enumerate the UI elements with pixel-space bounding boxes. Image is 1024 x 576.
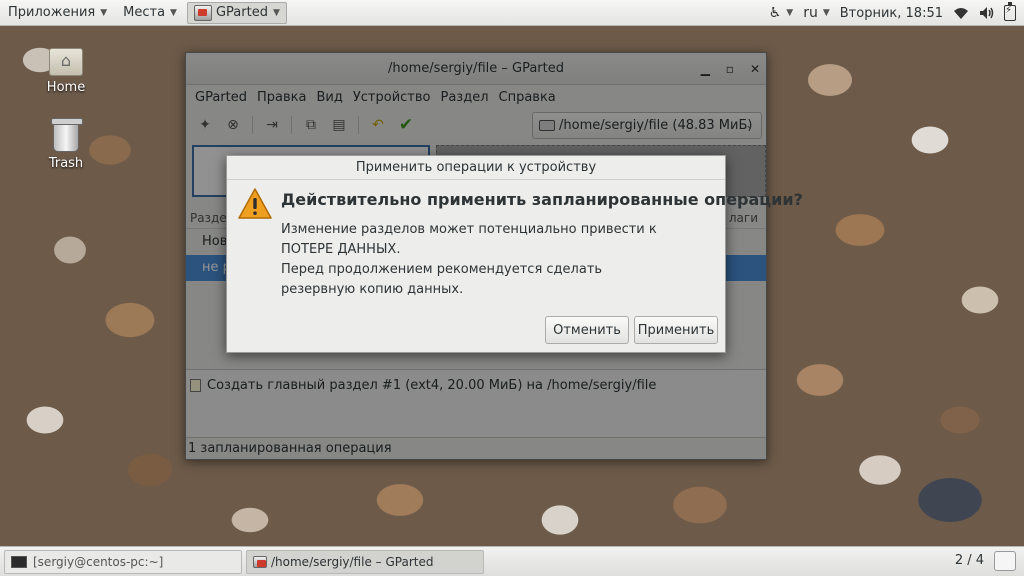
desktop-home[interactable]: Home: [26, 48, 106, 95]
apply-operations-dialog: Применить операции к устройству Действит…: [226, 155, 803, 353]
volume-icon[interactable]: [979, 6, 994, 20]
battery-icon[interactable]: [1004, 2, 1016, 21]
chevron-down-icon: ▼: [272, 7, 280, 18]
top-panel: Приложения ▼ Места ▼ GParted ▼ ♿ ▼ ru ▼ В…: [0, 0, 1024, 26]
applications-label: Приложения: [8, 5, 96, 20]
dialog-message-line: Перед продолжением рекомендуется сделать: [281, 262, 603, 277]
language-indicator[interactable]: ru ▼: [803, 5, 830, 21]
desktop-trash-label: Trash: [48, 156, 84, 171]
task-terminal[interactable]: [sergiy@centos-pc:~]: [4, 550, 242, 574]
apply-button[interactable]: Применить: [634, 316, 718, 344]
home-folder-icon: [49, 48, 83, 76]
applications-menu[interactable]: Приложения ▼: [0, 0, 115, 26]
places-menu[interactable]: Места ▼: [115, 0, 185, 26]
gparted-icon: [253, 556, 267, 568]
task-gparted-label: /home/sergiy/file – GParted: [271, 555, 434, 569]
dialog-title: Применить операции к устройству: [227, 156, 725, 180]
dialog-message-line: ПОТЕРЕ ДАННЫХ.: [281, 242, 401, 257]
system-tray: ♿ ▼ ru ▼ Вторник, 18:51: [769, 0, 1016, 26]
desktop-trash[interactable]: Trash: [26, 118, 106, 171]
task-terminal-label: [sergiy@centos-pc:~]: [33, 555, 164, 569]
wifi-icon[interactable]: [953, 7, 969, 20]
active-app-label: GParted: [215, 5, 268, 20]
desktop-home-label: Home: [46, 80, 86, 95]
accessibility-icon[interactable]: ♿ ▼: [769, 5, 793, 21]
dialog-message-line: резервную копию данных.: [281, 282, 464, 297]
dialog-heading: Действительно применить запланированные …: [281, 190, 803, 209]
chevron-down-icon: ▼: [822, 8, 830, 18]
dialog-message-line: Изменение разделов может потенциально пр…: [281, 222, 657, 237]
cancel-button[interactable]: Отменить: [545, 316, 629, 344]
active-app-menu[interactable]: GParted ▼: [186, 1, 287, 24]
task-gparted[interactable]: /home/sergiy/file – GParted: [246, 550, 484, 574]
gparted-icon: [193, 4, 212, 21]
workspace-switcher-icon[interactable]: [994, 551, 1016, 571]
terminal-icon: [11, 556, 27, 568]
dialog-message: Изменение разделов может потенциально пр…: [281, 220, 701, 300]
trash-icon: [51, 118, 83, 152]
workspace-indicator[interactable]: 2 / 4: [955, 553, 984, 568]
warning-icon: [238, 188, 272, 219]
chevron-down-icon: ▼: [170, 7, 177, 18]
language-label: ru: [803, 5, 818, 21]
bottom-taskbar: [sergiy@centos-pc:~] /home/sergiy/file –…: [0, 546, 1024, 576]
clock[interactable]: Вторник, 18:51: [840, 6, 943, 21]
chevron-down-icon: ▼: [100, 7, 108, 18]
places-label: Места: [123, 5, 166, 20]
